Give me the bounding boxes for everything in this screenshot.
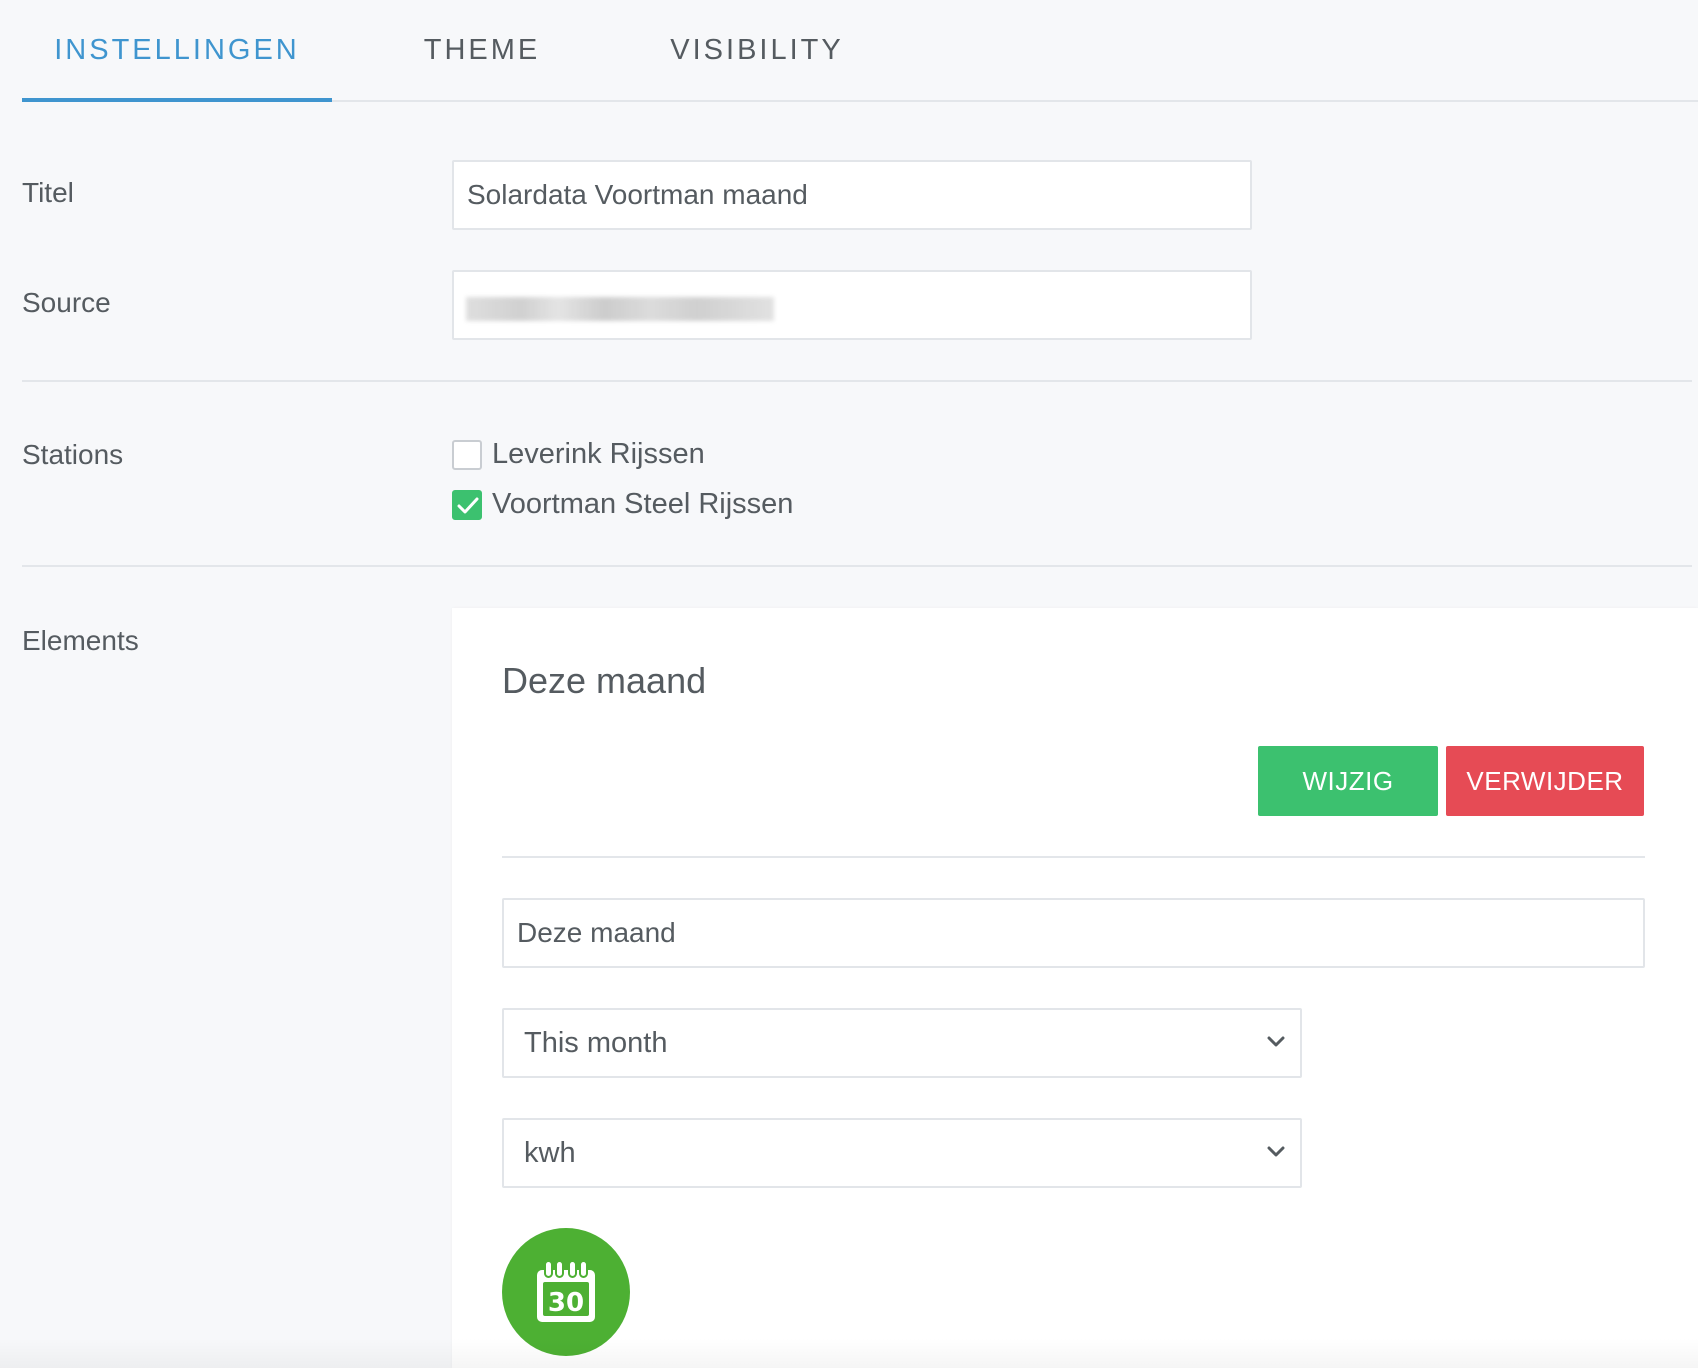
divider	[502, 856, 1645, 858]
chevron-down-icon	[1267, 1146, 1285, 1157]
tab-bar: INSTELLINGEN THEME VISIBILITY	[22, 0, 1698, 102]
tab-theme[interactable]: THEME	[382, 0, 582, 100]
source-label: Source	[22, 287, 111, 318]
period-select-value: This month	[524, 1026, 668, 1059]
station-label: Leverink Rijssen	[492, 438, 705, 470]
source-value-redacted	[466, 297, 774, 321]
station-voortman-steel-rijssen[interactable]: Voortman Steel Rijssen	[452, 488, 793, 521]
checkbox-checked[interactable]	[452, 489, 482, 520]
calendar-icon: 30	[537, 1260, 595, 1322]
station-label: Voortman Steel Rijssen	[492, 488, 794, 520]
divider	[22, 380, 1692, 382]
period-select[interactable]: This month	[502, 1008, 1302, 1078]
element-card: Deze maand WIJZIG VERWIJDER Deze maand T…	[452, 608, 1698, 1368]
chevron-down-icon	[1267, 1036, 1285, 1047]
tab-instellingen[interactable]: INSTELLINGEN	[22, 0, 332, 102]
unit-select[interactable]: kwh	[502, 1118, 1302, 1188]
element-card-title: Deze maand	[502, 660, 707, 701]
divider	[22, 565, 1692, 567]
elements-label: Elements	[22, 625, 139, 656]
element-name-input[interactable]: Deze maand	[502, 898, 1645, 968]
unit-select-value: kwh	[524, 1136, 576, 1169]
checkmark-icon	[457, 497, 479, 513]
element-name-value: Deze maand	[517, 917, 676, 948]
title-label: Titel	[22, 177, 74, 208]
calendar-number: 30	[548, 1288, 584, 1318]
station-leverink-rijssen[interactable]: Leverink Rijssen	[452, 438, 705, 471]
tab-visibility[interactable]: VISIBILITY	[632, 0, 882, 100]
delete-button[interactable]: VERWIJDER	[1446, 746, 1644, 816]
title-input-value: Solardata Voortman maand	[467, 179, 808, 210]
edit-button[interactable]: WIJZIG	[1258, 746, 1438, 816]
calendar-30-icon[interactable]: 30	[502, 1228, 630, 1356]
checkbox-unchecked[interactable]	[452, 439, 482, 470]
stations-label: Stations	[22, 439, 124, 470]
title-input[interactable]: Solardata Voortman maand	[452, 160, 1252, 230]
